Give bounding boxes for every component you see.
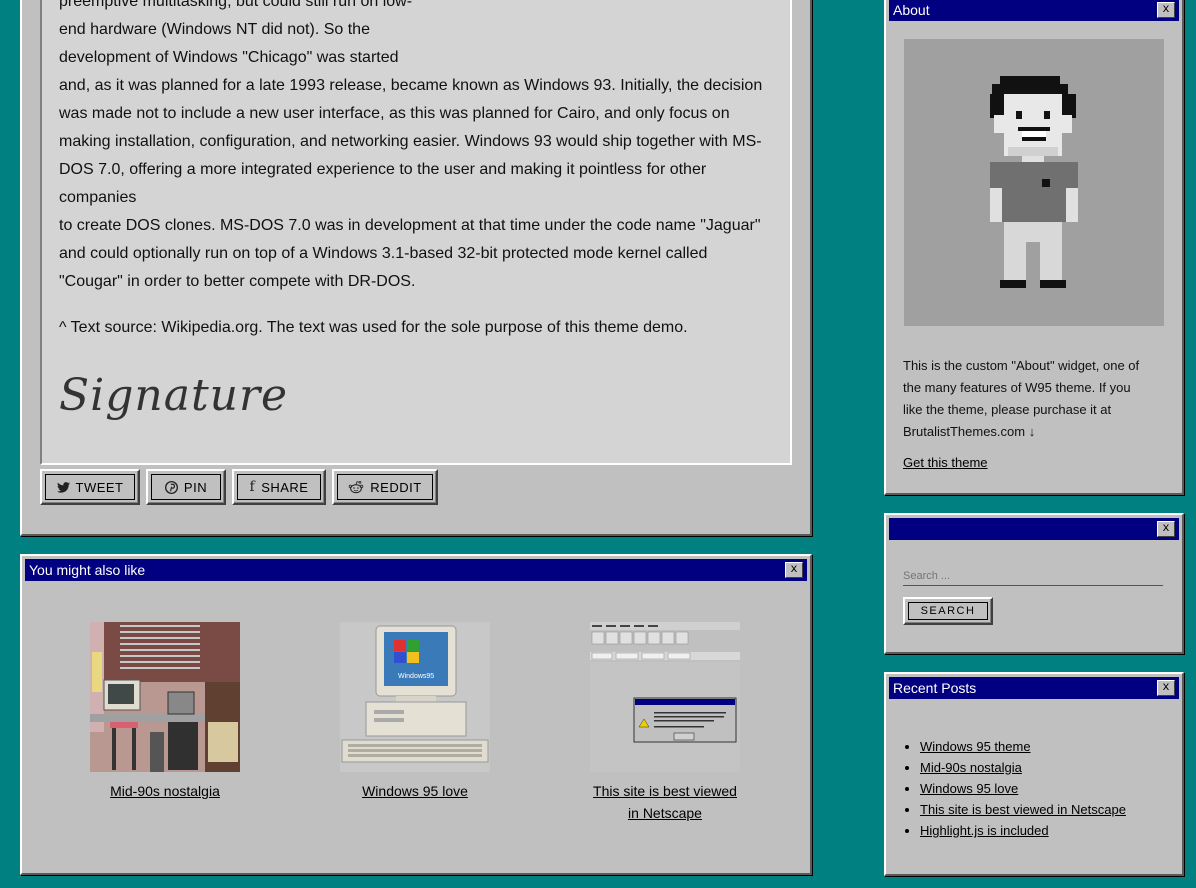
article-line: DOS 7.0, offering a more integrated expe… [59,161,707,206]
list-item: Windows 95 love [920,778,1196,799]
avatar [904,39,1164,326]
about-titlebar: About x [889,0,1179,21]
article-line: "Cougar" in order to better compete with… [59,273,416,290]
facebook-icon: f [249,479,256,495]
recent-title: Recent Posts [893,680,977,696]
tweet-button[interactable]: TWEET [40,469,140,505]
related-item-1[interactable]: Mid-90s nostalgia [65,780,265,802]
recent-titlebar: Recent Posts x [889,677,1179,699]
recent-post-link[interactable]: Mid-90s nostalgia [920,760,1022,775]
reddit-icon [349,481,364,494]
article-line: to create DOS clones. MS-DOS 7.0 was in … [59,217,761,234]
recent-post-link[interactable]: This site is best viewed in Netscape [920,802,1126,817]
thumbnail-netscape[interactable] [590,622,740,772]
list-item: Mid-90s nostalgia [920,757,1196,778]
about-text: This is the custom "About" widget, one o… [903,355,1179,443]
pin-button[interactable]: PIN [146,469,226,505]
recent-post-link[interactable]: Windows 95 love [920,781,1018,796]
about-widget: About x This is the custom "About" widge… [884,0,1184,495]
thumbnail-mid90s-nostalgia[interactable] [90,622,240,772]
twitter-icon [56,481,70,493]
close-icon[interactable]: x [1157,2,1175,18]
pinterest-icon [164,480,178,494]
related-link-3[interactable]: This site is best viewed [593,783,737,799]
about-text-line: This is the custom "About" widget, one o… [903,358,1140,373]
article-line: preemptive multitasking, but could still… [59,0,413,10]
article-body: preemptive multitasking, but could still… [59,0,779,421]
about-title: About [893,2,930,18]
related-link-2[interactable]: Windows 95 love [362,783,468,799]
list-item: This site is best viewed in Netscape [920,799,1196,820]
article-line: development of Windows "Chicago" was sta… [59,49,399,66]
article-line: end hardware (Windows NT did not). So th… [59,21,370,38]
related-item-2[interactable]: Windows 95 love [315,780,515,802]
close-icon[interactable]: x [1157,521,1175,537]
article-window: preemptive multitasking, but could still… [20,0,812,536]
close-icon[interactable]: x [785,562,803,578]
recent-posts-widget: Recent Posts x Windows 95 theme Mid-90s … [884,672,1184,876]
recent-posts-list: Windows 95 theme Mid-90s nostalgia Windo… [888,736,1196,841]
about-text-line: the many features of W95 theme. If you [903,380,1131,395]
related-title: You might also like [29,562,146,578]
source-note: ^ Text source: Wikipedia.org. The text w… [59,319,688,336]
pin-label: PIN [183,479,208,495]
about-text-line: like the theme, please purchase it at [903,402,1112,417]
share-label: SHARE [261,479,309,495]
list-item: Windows 95 theme [920,736,1196,757]
tweet-label: TWEET [75,479,124,495]
article-line: and could optionally run on top of a Win… [59,245,708,262]
search-button[interactable]: SEARCH [903,597,993,625]
article-content-panel: preemptive multitasking, but could still… [40,0,792,465]
recent-post-link[interactable]: Highlight.js is included [920,823,1049,838]
search-widget: x SEARCH [884,513,1184,654]
related-link-1[interactable]: Mid-90s nostalgia [110,783,220,799]
about-text-line: BrutalistThemes.com ↓ [903,424,1036,439]
related-link-3-line2[interactable]: in Netscape [628,805,702,821]
article-line: and, as it was planned for a late 1993 r… [59,77,763,94]
thumbnail-windows95-love[interactable]: Windows95 [340,622,490,772]
article-line: making installation, configuration, and … [59,133,762,150]
search-titlebar: x [889,518,1179,540]
reddit-button[interactable]: REDDIT [332,469,438,505]
related-window: You might also like x Mid-90s nostalgia [20,554,812,875]
share-button[interactable]: f SHARE [232,469,326,505]
related-item-3[interactable]: This site is best viewed in Netscape [565,780,765,824]
search-button-label: SEARCH [920,605,976,617]
list-item: Highlight.js is included [920,820,1196,841]
recent-post-link[interactable]: Windows 95 theme [920,739,1031,754]
svg-text:Windows95: Windows95 [398,673,434,680]
get-theme-link[interactable]: Get this theme [903,455,988,470]
search-input[interactable] [903,567,1163,586]
reddit-label: REDDIT [370,479,422,495]
close-icon[interactable]: x [1157,680,1175,696]
article-line: was made not to include a new user inter… [59,105,730,122]
related-titlebar: You might also like x [25,559,807,581]
signature: Signature [59,370,289,421]
